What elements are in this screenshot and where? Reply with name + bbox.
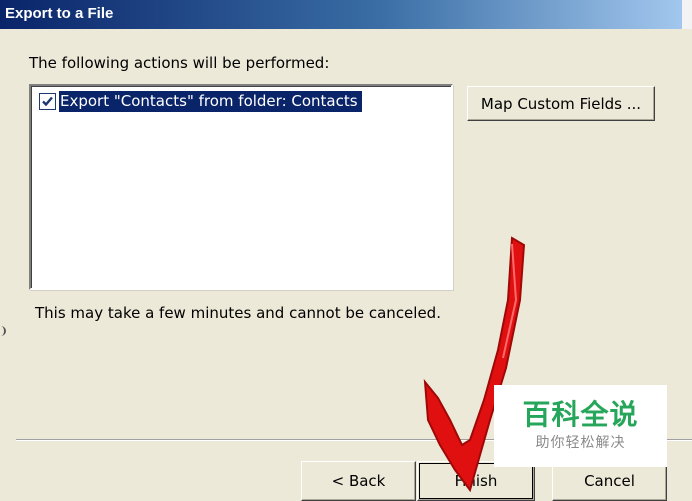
watermark-title: 百科全说 [522, 398, 639, 431]
note-text: This may take a few minutes and cannot b… [35, 304, 441, 322]
window-edge-mark [0, 326, 6, 336]
window-title: Export to a File [5, 5, 114, 22]
cancel-button[interactable]: Cancel [552, 461, 667, 501]
instruction-text: The following actions will be performed: [29, 54, 330, 72]
back-button[interactable]: < Back [301, 461, 416, 501]
watermark-subtitle: 助你轻松解决 [535, 435, 626, 451]
list-item[interactable]: Export "Contacts" from folder: Contacts [39, 90, 362, 113]
finish-button[interactable]: Finish [417, 461, 535, 501]
title-bar-edge [682, 0, 692, 29]
actions-listbox[interactable]: Export "Contacts" from folder: Contacts [29, 84, 453, 290]
list-item-label: Export "Contacts" from folder: Contacts [59, 91, 362, 112]
title-bar: Export to a File [0, 0, 692, 29]
watermark-logo: 百科全说 助你轻松解决 [494, 385, 667, 467]
map-custom-fields-button[interactable]: Map Custom Fields ... [467, 86, 655, 121]
checkmark-icon [42, 96, 53, 107]
checkbox[interactable] [39, 93, 56, 110]
